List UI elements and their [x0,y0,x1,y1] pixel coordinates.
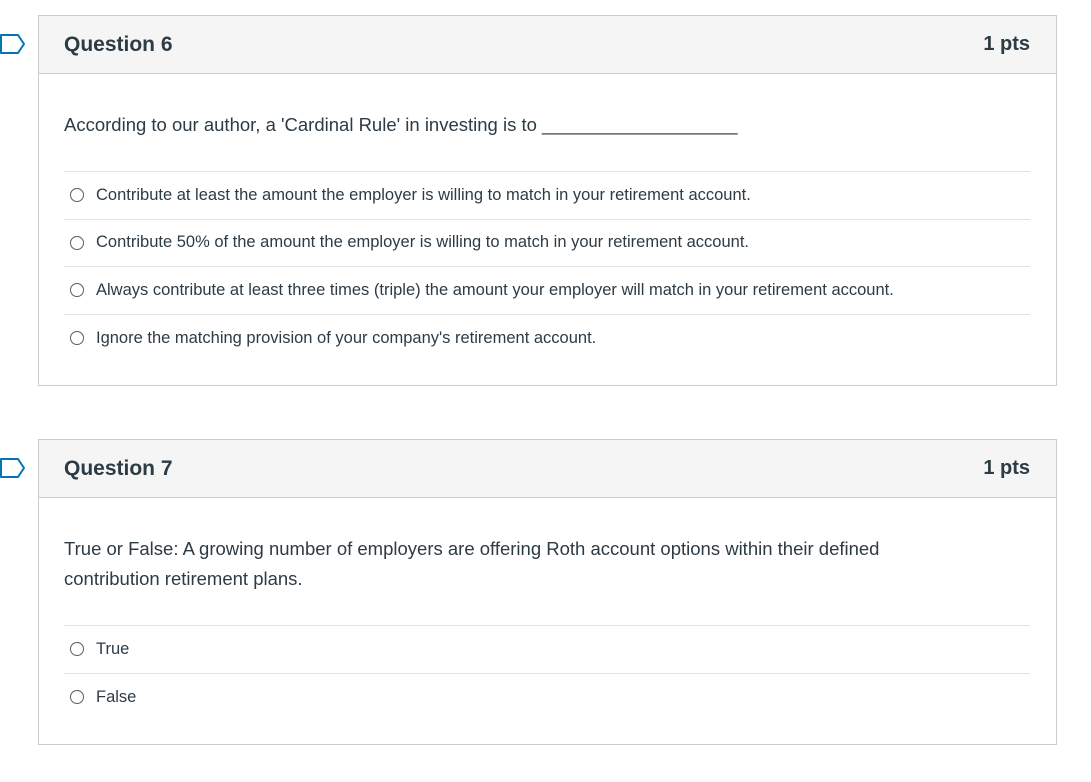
answer-label: Contribute 50% of the amount the employe… [96,233,749,252]
answer-option[interactable]: Always contribute at least three times (… [64,267,1030,315]
question-points: 1 pts [983,457,1030,479]
answer-label: Always contribute at least three times (… [96,280,894,299]
flag-question-icon[interactable] [0,34,26,54]
answer-option[interactable]: Contribute at least the amount the emplo… [64,172,1030,220]
radio-button-icon[interactable] [70,283,84,298]
question-text: According to our author, a 'Cardinal Rul… [64,114,738,135]
question-header: Question 6 1 pts [39,16,1056,74]
answer-option[interactable]: False [64,674,1030,722]
question-text: True or False: A growing number of emplo… [64,538,880,589]
answer-list: Contribute at least the amount the emplo… [64,171,1030,362]
answer-label: False [96,687,137,706]
question-6-card: Question 6 1 pts According to our author… [38,15,1057,386]
answer-label: True [96,639,130,658]
question-body: According to our author, a 'Cardinal Rul… [39,74,1056,362]
radio-button-icon[interactable] [70,235,84,250]
radio-button-icon[interactable] [70,690,84,705]
radio-button-icon[interactable] [70,188,84,203]
question-body: True or False: A growing number of emplo… [39,498,1056,721]
answer-option[interactable]: True [64,626,1030,674]
answer-option[interactable]: Contribute 50% of the amount the employe… [64,220,1030,267]
flag-question-icon[interactable] [0,458,26,478]
question-title: Question 7 [64,456,173,480]
answer-label: Contribute at least the amount the emplo… [96,185,751,204]
question-header: Question 7 1 pts [39,440,1056,498]
answer-label: Ignore the matching provision of your co… [96,328,597,347]
answer-list: True False [64,625,1030,721]
question-title: Question 6 [64,32,173,56]
radio-button-icon[interactable] [70,642,84,657]
question-points: 1 pts [983,33,1030,55]
question-7-card: Question 7 1 pts True or False: A growin… [38,439,1057,745]
radio-button-icon[interactable] [70,331,84,346]
answer-option[interactable]: Ignore the matching provision of your co… [64,315,1030,363]
